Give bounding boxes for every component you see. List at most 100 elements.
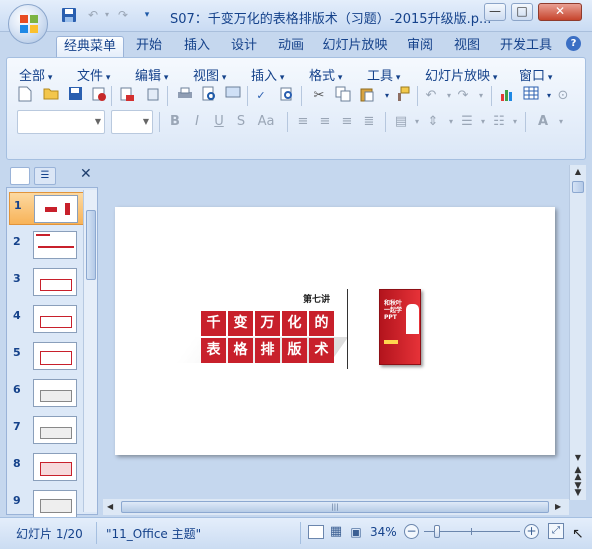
previous-slide-icon[interactable]: ▲ ▲ xyxy=(571,466,585,482)
thumbnail-item[interactable]: 7 xyxy=(9,414,87,447)
italic-button[interactable]: I xyxy=(187,112,207,132)
tab-classic-menu[interactable]: 经典菜单 xyxy=(56,36,124,58)
underline-button[interactable]: U xyxy=(209,112,229,132)
toolbar-separator xyxy=(491,86,492,106)
slide-counter: 幻灯片 1/20 xyxy=(16,527,83,541)
thumbnail-scrollbar[interactable] xyxy=(83,190,97,512)
scroll-left-icon[interactable]: ◀ xyxy=(107,502,113,511)
tab-view[interactable]: 视图 xyxy=(448,36,486,58)
maximize-button[interactable]: □ xyxy=(511,3,533,21)
permission-icon[interactable] xyxy=(89,86,109,106)
menu-view[interactable]: 视图 xyxy=(193,65,226,84)
numbering-dropdown-icon[interactable]: ▾ xyxy=(505,112,525,132)
vertical-scrollbar[interactable]: ▲ ▼ ▲ ▲ ▼ ▼ xyxy=(569,165,586,500)
zoom-slider-track[interactable] xyxy=(424,525,520,538)
align-right-icon[interactable]: ≡ xyxy=(337,112,357,132)
attach-icon[interactable] xyxy=(143,86,163,106)
hyperlink-icon[interactable]: ⊙ xyxy=(553,86,573,106)
scroll-thumb[interactable] xyxy=(86,210,96,280)
thumbnail-item[interactable]: 2 xyxy=(9,229,87,262)
tab-developer[interactable]: 开发工具 xyxy=(494,36,558,58)
align-left-icon[interactable]: ≡ xyxy=(293,112,313,132)
scroll-right-icon[interactable]: ▶ xyxy=(555,502,561,511)
font-color-dropdown-icon[interactable]: ▾ xyxy=(551,112,571,132)
screen-icon[interactable] xyxy=(223,86,243,106)
thumbnail-item[interactable]: 5 xyxy=(9,340,87,373)
shadow-text-button[interactable]: Aa xyxy=(253,112,279,132)
font-name-combo[interactable]: ▼ xyxy=(17,110,105,134)
format-painter-icon[interactable] xyxy=(393,86,413,106)
thumbnail-item[interactable]: 8 xyxy=(9,451,87,484)
print-preview-icon[interactable] xyxy=(199,86,219,106)
strikethrough-button[interactable]: S xyxy=(231,112,251,132)
cut-icon[interactable]: ✂ xyxy=(309,86,329,106)
toolbar-separator xyxy=(301,86,302,106)
spelling-icon[interactable]: ✓ xyxy=(251,86,271,106)
tab-review[interactable]: 审阅 xyxy=(401,36,439,58)
zoom-slider-thumb[interactable] xyxy=(433,525,440,538)
scroll-thumb[interactable]: ||| xyxy=(121,501,549,513)
zoom-in-icon[interactable]: + xyxy=(524,524,539,539)
research-icon[interactable] xyxy=(277,86,297,106)
copy-icon[interactable] xyxy=(333,86,353,106)
tab-animation[interactable]: 动画 xyxy=(272,36,310,58)
menu-all[interactable]: 全部 xyxy=(19,65,52,84)
thumbnail-item[interactable]: 6 xyxy=(9,377,87,410)
text-direction-icon[interactable]: ⇕ xyxy=(423,112,443,132)
normal-view-icon[interactable] xyxy=(308,525,324,539)
insert-chart-icon[interactable] xyxy=(497,86,517,106)
font-size-combo[interactable]: ▼ xyxy=(111,110,153,134)
tab-slideshow[interactable]: 幻灯片放映 xyxy=(318,36,392,58)
menu-slideshow[interactable]: 幻灯片放映 xyxy=(425,65,497,84)
slide-sorter-icon[interactable]: ▦ xyxy=(328,524,344,540)
slides-tab-icon[interactable] xyxy=(10,167,30,185)
zoom-level[interactable]: 34% xyxy=(370,525,397,539)
print-icon[interactable] xyxy=(175,86,195,106)
tab-design[interactable]: 设计 xyxy=(225,36,263,58)
bold-button[interactable]: B xyxy=(165,112,185,132)
menu-window[interactable]: 窗口 xyxy=(519,65,552,84)
email-icon[interactable] xyxy=(117,86,137,106)
save-icon[interactable] xyxy=(60,6,78,24)
horizontal-scrollbar[interactable]: ◀ ||| ▶ xyxy=(103,499,569,515)
save-icon[interactable] xyxy=(65,86,85,106)
qat-customize-icon[interactable]: ▾ xyxy=(138,6,156,24)
close-button[interactable]: ✕ xyxy=(538,3,582,21)
help-icon[interactable]: ? xyxy=(566,36,581,51)
title-char-cell: 的 xyxy=(309,311,334,336)
redo-dropdown-icon[interactable]: ▾ xyxy=(471,86,491,106)
menu-edit[interactable]: 编辑 xyxy=(135,65,168,84)
outline-tab-icon[interactable]: ☰ xyxy=(34,167,56,185)
font-color-button[interactable]: A xyxy=(533,112,553,132)
slide-canvas[interactable]: 第七讲 千变万化的表格排版术 和秋叶一起学PPT xyxy=(115,207,555,455)
menu-file[interactable]: 文件 xyxy=(77,65,110,84)
insert-table-icon[interactable] xyxy=(521,86,541,106)
slideshow-view-icon[interactable]: ▣ xyxy=(348,524,364,540)
scroll-up-icon[interactable]: ▲ xyxy=(571,167,585,179)
minimize-button[interactable]: — xyxy=(484,3,506,21)
scroll-down-icon[interactable]: ▼ xyxy=(571,453,585,463)
tab-home[interactable]: 开始 xyxy=(130,36,168,58)
scroll-thumb[interactable] xyxy=(572,181,584,193)
paste-icon[interactable] xyxy=(357,86,377,106)
thumbnail-item[interactable]: 4 xyxy=(9,303,87,336)
thumbnail-item[interactable]: 3 xyxy=(9,266,87,299)
redo-icon[interactable]: ↷ xyxy=(453,86,473,106)
new-document-icon[interactable] xyxy=(15,86,35,106)
fit-to-window-icon[interactable]: ⤢ xyxy=(548,523,564,539)
menu-format[interactable]: 格式 xyxy=(309,65,342,84)
next-slide-icon[interactable]: ▼ ▼ xyxy=(571,482,585,498)
tab-insert[interactable]: 插入 xyxy=(178,36,216,58)
align-center-icon[interactable]: ≡ xyxy=(315,112,335,132)
thumbnail-item[interactable]: 1 xyxy=(9,192,87,225)
redo-button[interactable]: ↷ xyxy=(114,6,132,24)
menu-insert[interactable]: 插入 xyxy=(251,65,284,84)
justify-icon[interactable]: ≣ xyxy=(359,112,379,132)
thumbnail-image xyxy=(33,268,77,296)
undo-icon[interactable]: ↶ xyxy=(421,86,441,106)
close-panel-icon[interactable]: ✕ xyxy=(80,166,92,182)
menu-tools[interactable]: 工具 xyxy=(367,65,400,84)
office-button[interactable] xyxy=(8,4,48,44)
zoom-out-icon[interactable]: − xyxy=(404,524,419,539)
open-folder-icon[interactable] xyxy=(41,86,61,106)
